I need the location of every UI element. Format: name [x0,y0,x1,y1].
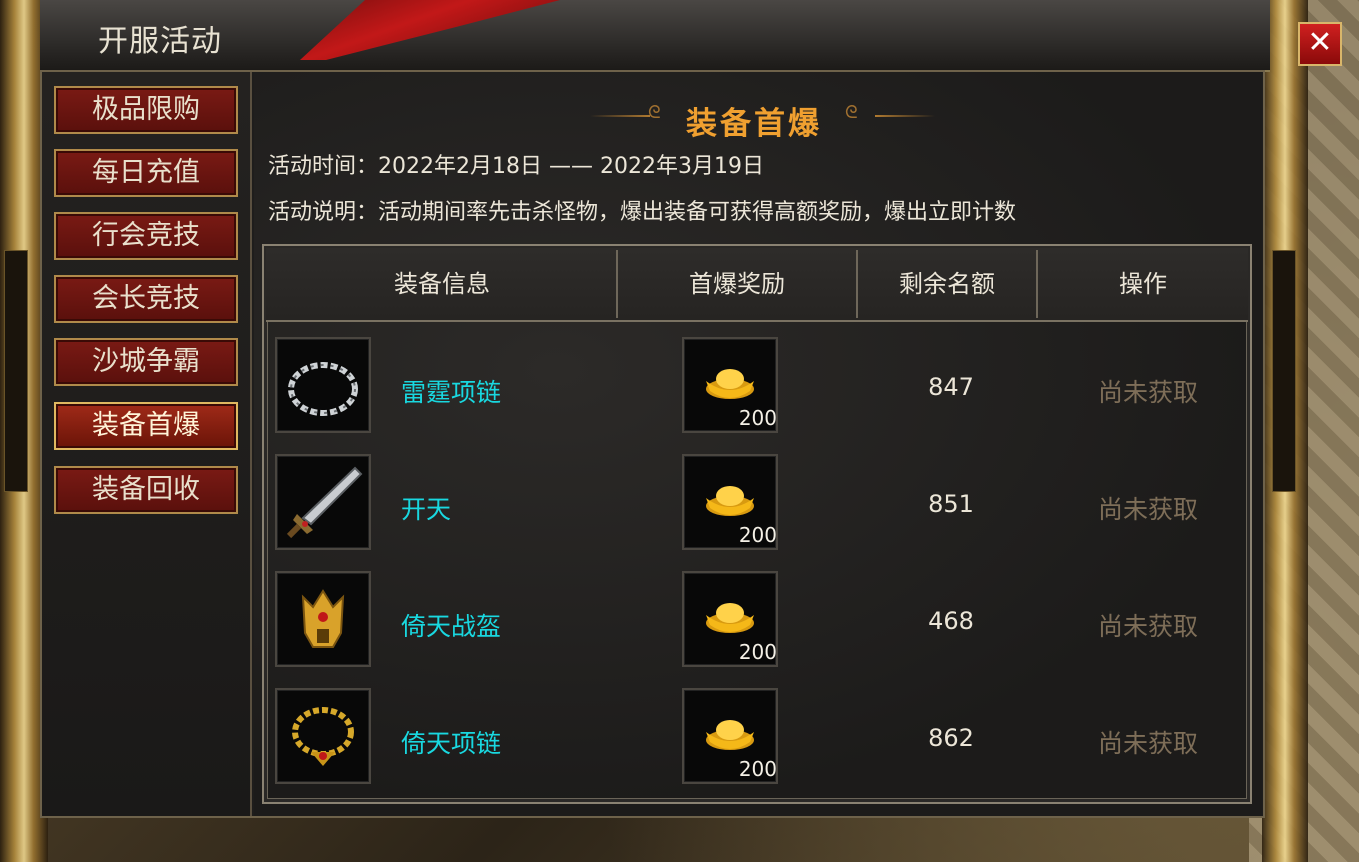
item-slot[interactable] [275,571,371,667]
gold-necklace-icon [292,707,354,766]
column-header-action: 操作 [1119,270,1167,298]
sidebar-item-equipment-recycle[interactable]: 装备回收 [54,466,238,514]
sidebar-item-first-drop[interactable]: 装备首爆 [54,402,238,450]
title-decoration-line-left [590,115,650,117]
item-slot[interactable] [275,337,371,433]
item-name: 倚天项链 [401,729,502,758]
remaining-count: 847 [928,373,974,401]
sidebar-item-limited-purchase[interactable]: 极品限购 [54,86,238,134]
item-slot[interactable] [275,688,371,784]
item-slot[interactable] [275,454,371,550]
remaining-count: 862 [928,724,974,752]
item-name: 雷霆项链 [401,378,502,407]
title-decoration-line-right [875,115,935,117]
item-name: 开天 [401,495,452,524]
column-header-remaining: 剩余名额 [899,270,995,298]
activity-time: 活动时间：2022年2月18日 —— 2022年3月19日 [268,154,764,179]
reward-count: 200 [738,757,777,781]
close-icon: ✕ [1307,25,1333,60]
sidebar-item-leader-competition[interactable]: 会长竞技 [54,275,238,323]
column-header-reward: 首爆奖励 [689,270,785,298]
sidebar-item-castle-war[interactable]: 沙城争霸 [54,338,238,386]
reward-count: 200 [738,523,777,547]
reward-count: 200 [738,640,777,664]
left-rune-strip [4,250,28,492]
column-header-equipment: 装备信息 [394,270,490,298]
claim-status[interactable]: 尚未获取 [1098,607,1198,643]
swirl-ornament-icon: ᘓ [648,102,661,123]
remaining-count: 851 [928,490,974,518]
right-rune-strip [1272,250,1296,492]
sidebar-item-guild-competition[interactable]: 行会竞技 [54,212,238,260]
remaining-count: 468 [928,607,974,635]
activity-description: 活动说明：活动期间率先击杀怪物，爆出装备可获得高额奖励，爆出立即计数 [268,200,1017,225]
window-title: 开服活动 [98,24,222,59]
golden-helmet-icon [301,589,345,648]
section-title: 装备首爆 [686,106,822,142]
sidebar-item-daily-recharge[interactable]: 每日充值 [54,149,238,197]
claim-status[interactable]: 尚未获取 [1098,490,1198,526]
swirl-ornament-icon: ᘓ [845,102,858,123]
item-name: 倚天战盔 [401,612,502,641]
title-bar [40,0,1270,72]
chain-necklace-icon [288,362,358,416]
close-button[interactable]: ✕ [1298,22,1342,66]
reward-count: 200 [738,406,777,430]
sword-icon [286,466,363,539]
claim-status[interactable]: 尚未获取 [1098,724,1198,760]
claim-status[interactable]: 尚未获取 [1098,373,1198,409]
